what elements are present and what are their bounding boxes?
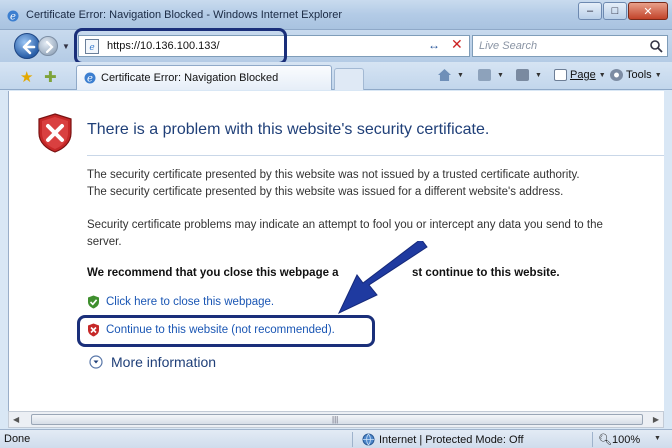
divider: [87, 155, 664, 156]
recommendation-text-left: We recommend that you close this webpage…: [87, 267, 339, 279]
expand-circle-icon: [89, 355, 103, 369]
security-zone[interactable]: Internet | Protected Mode: Off: [362, 433, 524, 446]
status-bar: Done Internet | Protected Mode: Off 🔍︎10…: [0, 429, 672, 448]
green-check-shield-icon: [88, 295, 99, 309]
maximize-button[interactable]: □: [603, 2, 627, 20]
forward-arrow-icon: [45, 40, 54, 54]
print-button[interactable]: ▼: [516, 69, 542, 81]
minimize-button[interactable]: –: [578, 2, 602, 20]
status-text: Done: [4, 433, 31, 445]
zoom-label: 100%: [611, 434, 641, 446]
new-tab-button[interactable]: [334, 68, 364, 90]
tab-certificate-error[interactable]: e Certificate Error: Navigation Blocked: [76, 65, 332, 90]
tab-bar: ★ ✚ e Certificate Error: Navigation Bloc…: [0, 62, 672, 90]
search-box[interactable]: Live Search: [472, 35, 668, 57]
address-highlight-annotation: [74, 28, 287, 65]
scroll-left-arrow-icon[interactable]: ◀: [13, 415, 19, 424]
zoom-dropdown-icon[interactable]: ▼: [654, 435, 661, 442]
close-webpage-link-label[interactable]: Click here to close this webpage.: [106, 296, 274, 308]
cert-issue-line-1: The security certificate presented by th…: [87, 169, 580, 181]
close-webpage-link[interactable]: Click here to close this webpage.: [87, 295, 274, 309]
page-menu-button[interactable]: Page ▼: [554, 69, 606, 81]
security-shield-icon: [38, 113, 72, 153]
cert-issue-line-2: The security certificate presented by th…: [87, 186, 564, 198]
close-window-button[interactable]: ✕: [628, 2, 668, 20]
forward-button[interactable]: [38, 36, 58, 56]
ie-page-icon: e: [84, 72, 96, 85]
back-button[interactable]: [14, 33, 40, 59]
search-placeholder: Live Search: [479, 40, 538, 52]
home-button[interactable]: ▼: [438, 69, 464, 81]
page-menu-icon: [554, 69, 567, 81]
scroll-grip-icon: |||: [332, 415, 339, 424]
add-favorites-icon[interactable]: ✚: [44, 68, 57, 86]
page-menu-label: Page: [570, 69, 596, 81]
gear-icon: [610, 69, 623, 81]
title-bar: e Certificate Error: Navigation Blocked …: [0, 0, 672, 30]
stop-button[interactable]: ✕: [451, 36, 463, 53]
zoom-level[interactable]: 🔍︎100%: [598, 433, 640, 446]
search-icon[interactable]: [649, 39, 663, 53]
security-zone-label: Internet | Protected Mode: Off: [379, 433, 524, 446]
ie-logo-icon: e: [7, 10, 19, 23]
status-separator: [352, 432, 353, 447]
more-information-label[interactable]: More information: [111, 354, 216, 370]
warning-line-1: Security certificate problems may indica…: [87, 219, 603, 231]
favorites-star-icon[interactable]: ★: [20, 68, 33, 86]
tab-label: Certificate Error: Navigation Blocked: [101, 72, 279, 84]
page-content: There is a problem with this website's s…: [8, 91, 664, 411]
window-title: Certificate Error: Navigation Blocked - …: [26, 9, 343, 21]
annotation-arrow-icon: [337, 241, 428, 315]
refresh-button[interactable]: ↔: [428, 38, 440, 52]
recent-pages-dropdown-icon[interactable]: ▼: [62, 42, 70, 51]
more-information-toggle[interactable]: More information: [89, 354, 216, 370]
svg-text:e: e: [10, 12, 16, 23]
print-icon: [516, 69, 529, 81]
tools-menu-label: Tools: [626, 69, 652, 81]
feeds-button[interactable]: ▼: [478, 69, 504, 81]
scroll-right-arrow-icon[interactable]: ▶: [653, 415, 659, 424]
home-icon: [438, 69, 451, 81]
horizontal-scrollbar[interactable]: ◀ ||| ▶: [8, 411, 664, 428]
status-separator: [592, 432, 593, 447]
svg-text:e: e: [87, 74, 93, 85]
globe-icon: [362, 433, 375, 446]
page-title: There is a problem with this website's s…: [87, 121, 490, 138]
scroll-thumb[interactable]: |||: [31, 414, 643, 425]
zoom-icon: 🔍︎: [598, 434, 612, 446]
feeds-icon: [478, 69, 491, 81]
tools-menu-button[interactable]: Tools ▼: [610, 69, 662, 81]
